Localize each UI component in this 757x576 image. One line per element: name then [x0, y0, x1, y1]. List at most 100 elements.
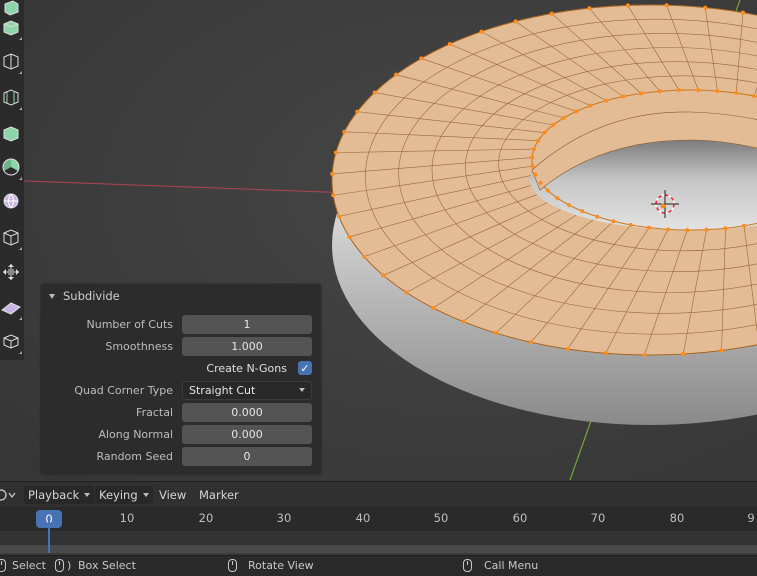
create-ngons-label[interactable]: Create N-Gons	[206, 362, 287, 375]
status-rotate-view: Rotate View	[248, 559, 314, 572]
frame-ruler[interactable]: 0 10 20 30 40 50 60 70 80 9	[0, 507, 757, 531]
fractal-label: Fractal	[136, 406, 173, 419]
mesh-vertex	[539, 181, 543, 185]
poly-build-icon[interactable]	[0, 152, 22, 182]
along-normal-field[interactable]: 0.000	[182, 425, 312, 444]
mesh-vertex	[532, 147, 536, 151]
mesh-vertex	[531, 164, 535, 168]
mesh-vertex	[629, 223, 633, 227]
quad-corner-type-value: Straight Cut	[189, 384, 255, 397]
mesh-vertex	[566, 347, 570, 351]
playhead-line[interactable]	[48, 521, 50, 553]
mesh-vertex	[752, 94, 756, 98]
mesh-vertex	[681, 352, 685, 356]
inset-faces-icon[interactable]	[0, 12, 22, 42]
mesh-vertex	[533, 173, 537, 177]
mesh-vertex	[685, 228, 689, 232]
bevel-icon[interactable]	[0, 46, 22, 76]
mesh-vertex	[705, 228, 709, 232]
number-of-cuts-row: Number of Cuts 1	[41, 314, 321, 336]
collapse-triangle-icon[interactable]	[49, 294, 55, 299]
mesh-vertex	[461, 320, 465, 324]
chevron-down-icon	[84, 493, 90, 497]
quad-corner-type-row: Quad Corner Type Straight Cut	[41, 380, 321, 402]
playback-menu[interactable]: Playback	[24, 486, 94, 504]
mesh-vertex	[355, 110, 359, 114]
frame-tick: 70	[591, 511, 606, 525]
keying-menu[interactable]: Keying	[95, 486, 153, 504]
number-of-cuts-field[interactable]: 1	[182, 315, 312, 334]
panel-header[interactable]: Subdivide	[41, 284, 321, 308]
status-box-select: Box Select	[78, 559, 136, 572]
mesh-vertex	[626, 3, 630, 7]
edge-slide-icon[interactable]	[0, 257, 22, 287]
mesh-vertex	[529, 340, 533, 344]
mesh-vertex	[404, 290, 408, 294]
shear-icon[interactable]	[0, 326, 22, 356]
mouse-left-icon	[0, 559, 6, 572]
panel-title: Subdivide	[63, 289, 120, 303]
mesh-vertex	[677, 88, 681, 92]
mouse-left-drag-icon	[55, 559, 64, 572]
marker-menu[interactable]: Marker	[199, 486, 239, 504]
mesh-vertex	[562, 116, 566, 120]
mesh-vertex	[665, 3, 669, 7]
mesh-vertex	[734, 91, 738, 95]
frame-tick: 30	[277, 511, 292, 525]
random-seed-field[interactable]: 0	[182, 447, 312, 466]
smoothness-field[interactable]: 1.000	[182, 337, 312, 356]
chevron-down-icon	[299, 388, 305, 392]
keyframe-track[interactable]	[0, 531, 757, 545]
editor-type-icon[interactable]	[0, 486, 18, 504]
frame-tick: 60	[513, 511, 528, 525]
number-of-cuts-label: Number of Cuts	[87, 318, 173, 331]
mesh-vertex	[536, 139, 540, 143]
mesh-vertex	[431, 306, 435, 310]
mesh-vertex	[330, 172, 334, 176]
mesh-vertex	[589, 104, 593, 108]
quad-corner-type-label: Quad Corner Type	[74, 384, 173, 397]
spin-icon[interactable]	[0, 186, 22, 216]
shrink-fatten-icon[interactable]	[0, 292, 22, 322]
mesh-vertex	[611, 219, 615, 223]
mesh-vertex	[381, 273, 385, 277]
chevron-down-icon	[143, 493, 149, 497]
mesh-vertex	[373, 91, 377, 95]
knife-icon[interactable]	[0, 118, 22, 148]
mesh-vertex	[742, 224, 746, 228]
view-menu[interactable]: View	[159, 486, 186, 504]
mesh-vertex	[604, 99, 608, 103]
frame-tick: 20	[199, 511, 214, 525]
tool-shelf	[0, 0, 24, 360]
create-ngons-row: Create N-Gons ✓	[41, 358, 321, 380]
create-ngons-checkbox[interactable]: ✓	[298, 361, 312, 375]
timeline-scrollbar[interactable]	[0, 545, 757, 553]
mesh-vertex	[514, 19, 518, 23]
mesh-vertex	[331, 193, 335, 197]
mesh-vertex	[666, 227, 670, 231]
loop-cut-icon[interactable]	[0, 82, 22, 112]
mesh-vertex	[639, 91, 643, 95]
mesh-vertex	[494, 331, 498, 335]
mesh-vertex	[419, 56, 423, 60]
mesh-vertex	[543, 131, 547, 135]
mesh-vertex	[580, 209, 584, 213]
smoothness-label: Smoothness	[105, 340, 173, 353]
random-seed-label: Random Seed	[96, 450, 173, 463]
along-normal-row: Along Normal 0.000	[41, 424, 321, 446]
keying-label: Keying	[99, 488, 138, 502]
mesh-vertex	[394, 73, 398, 77]
redo-last-operator-panel: Subdivide Number of Cuts 1 Smoothness 1.…	[41, 284, 321, 474]
mesh-vertex	[362, 255, 366, 259]
mesh-vertex	[642, 353, 646, 357]
fractal-field[interactable]: 0.000	[182, 403, 312, 422]
quad-corner-type-select[interactable]: Straight Cut	[182, 381, 312, 400]
3d-viewport[interactable]: Subdivide Number of Cuts 1 Smoothness 1.…	[0, 0, 757, 480]
mesh-vertex	[696, 88, 700, 92]
smooth-vertices-icon[interactable]	[0, 222, 22, 252]
mesh-vertex	[647, 226, 651, 230]
mesh-vertex	[550, 12, 554, 16]
status-select: Select	[12, 559, 46, 572]
frame-tick: 50	[434, 511, 449, 525]
frame-tick: 9	[747, 511, 754, 525]
